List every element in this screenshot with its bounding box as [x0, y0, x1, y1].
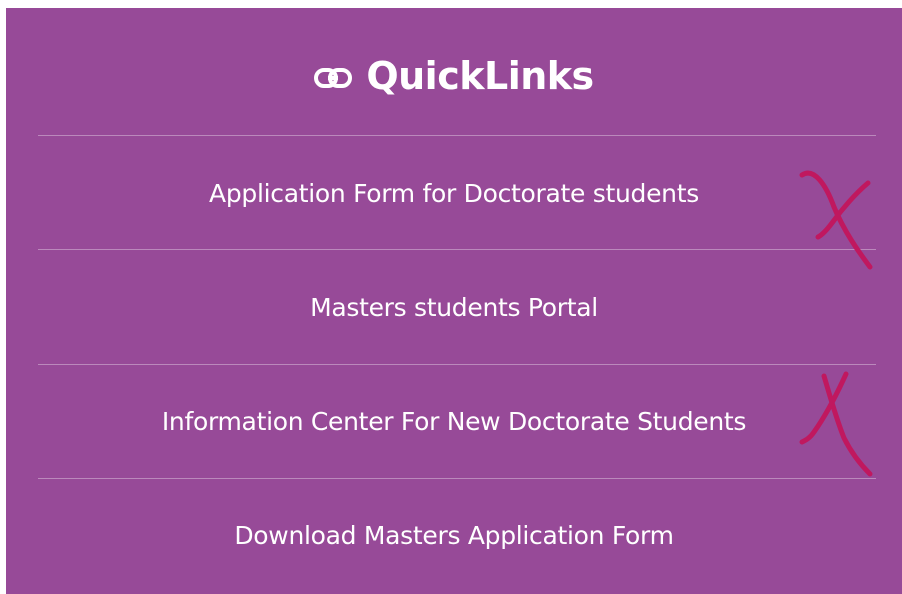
quicklinks-panel: QuickLinks Application Form for Doctorat… [6, 8, 902, 594]
link-masters-students-portal[interactable]: Masters students Portal [6, 292, 902, 324]
link-application-form-doctorate[interactable]: Application Form for Doctorate students [6, 178, 902, 210]
link-download-masters-application[interactable]: Download Masters Application Form [6, 520, 902, 552]
divider [38, 364, 876, 365]
quicklinks-title: QuickLinks [366, 54, 594, 98]
divider [38, 135, 876, 136]
link-information-center-doctorate[interactable]: Information Center For New Doctorate Stu… [6, 406, 902, 438]
divider [38, 249, 876, 250]
quicklinks-header: QuickLinks [6, 52, 902, 103]
link-icon [314, 52, 353, 100]
divider [38, 478, 876, 479]
